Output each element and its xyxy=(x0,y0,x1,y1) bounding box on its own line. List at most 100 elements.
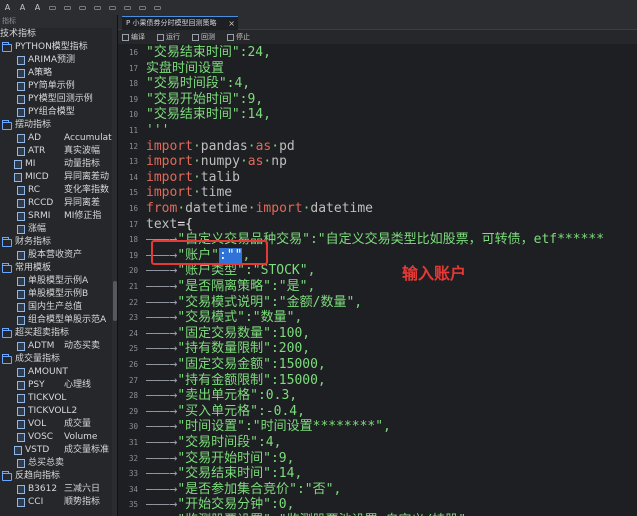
copy-icon[interactable]: ▭ xyxy=(47,2,58,13)
code-line[interactable]: ———→"交易时间段":4, xyxy=(146,435,281,451)
code-line[interactable]: import·pandas·as·pd xyxy=(146,139,295,155)
code-line[interactable]: text={ xyxy=(146,217,193,233)
stop-label: 停止 xyxy=(236,33,250,41)
tree-item-label: VSTD xyxy=(25,445,50,455)
code-line[interactable]: ———→"是否参加集合竞价":"否", xyxy=(146,482,341,498)
tree-folder[interactable]: PYTHON模型指标 xyxy=(0,41,117,54)
tree-item-label: PY简单示例 xyxy=(28,81,75,91)
tree-item-label: B3612 xyxy=(28,484,58,494)
tree-folder[interactable]: 超买超卖指标 xyxy=(0,327,117,340)
tab-arrow-icon: ———→ xyxy=(146,481,178,497)
tree-item-label: MICD xyxy=(25,172,49,182)
tree-item[interactable]: PY组合模型 xyxy=(0,106,117,119)
code-line[interactable]: ———→"持有金额限制":15000, xyxy=(146,373,326,389)
tree-item[interactable]: 组合模型单股示范A xyxy=(0,314,117,327)
code-line[interactable]: ———→"卖出单元格":0.3, xyxy=(146,388,297,404)
code-line[interactable]: "交易结束时间":14, xyxy=(146,107,271,123)
code-line[interactable]: ———→"时间设置":"时间设置********", xyxy=(146,419,391,435)
code-line[interactable]: ———→"固定交易金额":15000, xyxy=(146,357,326,373)
code-line[interactable]: "交易开始时间":9, xyxy=(146,92,263,108)
editor-tab[interactable]: P 小果债券分时模型回测策略 × xyxy=(122,16,238,30)
tree-item[interactable]: VOSC Volume xyxy=(0,431,117,444)
code-line[interactable]: ———→"开始交易分钟":0, xyxy=(146,497,294,513)
tree-folder[interactable]: 成交量指标 xyxy=(0,353,117,366)
compile-button[interactable]: 编译 xyxy=(122,32,145,42)
tab-arrow-icon: ———→ xyxy=(146,263,178,279)
code-line[interactable]: ———→"买入单元格":-0.4, xyxy=(146,404,305,420)
tree-folder[interactable]: 常用模板 xyxy=(0,262,117,275)
tree-item[interactable]: ATR 真实波幅 xyxy=(0,145,117,158)
code-line[interactable]: ———→"交易开始时间":9, xyxy=(146,451,294,467)
tree-item[interactable]: MI 动量指标 xyxy=(0,158,117,171)
font-increase-icon[interactable]: A xyxy=(2,2,13,13)
tree-item[interactable]: B3612 三减六日 xyxy=(0,483,117,496)
close-icon[interactable]: × xyxy=(228,17,235,30)
indicator-icon xyxy=(17,95,25,104)
tree-item[interactable]: PY模型回测示例 xyxy=(0,93,117,106)
tree-root[interactable]: 技术指标 xyxy=(0,28,117,41)
tree-item[interactable]: AMOUNT xyxy=(0,366,117,379)
code-line[interactable]: ———→"交易模式":"数量", xyxy=(146,310,302,326)
code-line[interactable]: "交易时间段":4, xyxy=(146,76,250,92)
tree-folder[interactable]: 摆动指标 xyxy=(0,119,117,132)
tree-item[interactable]: 股本营收资产 xyxy=(0,249,117,262)
tree-item[interactable]: 总买总卖 xyxy=(0,457,117,470)
code-line[interactable]: "交易结束时间":24, xyxy=(146,45,271,61)
code-line[interactable]: import·time xyxy=(146,185,232,201)
tree-item[interactable]: MICD 异同离差动 xyxy=(0,171,117,184)
tree-item[interactable]: TICKVOLL2 xyxy=(0,405,117,418)
tree-item[interactable]: 国内生产总值 xyxy=(0,301,117,314)
tree-item[interactable]: ARIMA预测 xyxy=(0,54,117,67)
line-number: 16 xyxy=(128,48,138,57)
tree-item[interactable]: AD Accumulat xyxy=(0,132,117,145)
code-line[interactable]: ———→"交易模式说明":"金额/数量", xyxy=(146,295,362,311)
undo-icon[interactable]: ▭ xyxy=(107,2,118,13)
code-line[interactable]: ———→"账户类型":"STOCK", xyxy=(146,263,315,279)
tree-item[interactable]: SRMI MI修正指 xyxy=(0,210,117,223)
tab-arrow-icon: ———→ xyxy=(146,419,178,435)
backtest-button[interactable]: 回测 xyxy=(192,32,215,42)
tree-item[interactable]: CCI 顺势指标 xyxy=(0,496,117,509)
code-line[interactable]: from·datetime·import·datetime xyxy=(146,201,373,217)
sidebar-scroll-thumb[interactable] xyxy=(113,281,117,321)
editor-toolbar: 编译 运行 回测 停止 xyxy=(118,30,637,44)
tree-item[interactable]: TICKVOL xyxy=(0,392,117,405)
bold-icon[interactable]: A xyxy=(32,2,43,13)
tree-folder[interactable]: 反趋向指标 xyxy=(0,470,117,483)
code-line[interactable]: ———→"交易结束时间":14, xyxy=(146,466,302,482)
tree-item-desc: 成交量标准 xyxy=(64,445,110,455)
tree-item[interactable]: 单股模型示例A xyxy=(0,275,117,288)
code-line[interactable]: import·talib xyxy=(146,170,240,186)
cut-icon[interactable]: ▭ xyxy=(92,2,103,13)
tree-item[interactable]: VSTD 成交量标准 xyxy=(0,444,117,457)
code-line[interactable]: import·numpy·as·np xyxy=(146,154,287,170)
font-decrease-icon[interactable]: A xyxy=(17,2,28,13)
tree-folder[interactable]: 财务指标 xyxy=(0,236,117,249)
tree-item[interactable]: A策略 xyxy=(0,67,117,80)
code-line[interactable]: ———→"是否隔离策略":"是", xyxy=(146,279,315,295)
tree-item[interactable]: ADTM 动态买卖 xyxy=(0,340,117,353)
run-icon[interactable]: ▭ xyxy=(137,2,148,13)
folder-icon xyxy=(2,353,12,364)
stop-icon[interactable]: ▭ xyxy=(152,2,163,13)
tree-item[interactable]: 单股模型示例B xyxy=(0,288,117,301)
code-line[interactable]: ———→"持有数量限制":200, xyxy=(146,341,310,357)
redo-icon[interactable]: ▭ xyxy=(122,2,133,13)
line-number: 15 xyxy=(128,188,138,198)
tree-item[interactable]: PY简单示例 xyxy=(0,80,117,93)
tree-item[interactable]: RCCD 异同离差 xyxy=(0,197,117,210)
code-line[interactable]: 实盘时间设置 xyxy=(146,61,224,77)
run-button[interactable]: 运行 xyxy=(157,32,180,42)
stop-button[interactable]: 停止 xyxy=(227,32,250,42)
tree-item[interactable]: PSY 心理线 xyxy=(0,379,117,392)
tree-item[interactable]: VOL 成交量 xyxy=(0,418,117,431)
tree-item[interactable]: 涨幅 xyxy=(0,223,117,236)
paste-icon[interactable]: ▭ xyxy=(62,2,73,13)
code-line[interactable]: ''' xyxy=(146,123,169,139)
tree-item-label: 单股模型示例B xyxy=(28,289,89,299)
code-editor[interactable]: "交易结束时间":24, 实盘时间设置 "交易时间段":4, "交易开始时间":9, "… xyxy=(146,44,637,516)
code-line[interactable]: ———→"固定交易数量":100, xyxy=(146,326,310,342)
tree-item-desc: 动态买卖 xyxy=(64,341,101,351)
tree-item[interactable]: RC 变化率指数 xyxy=(0,184,117,197)
save-icon[interactable]: ▭ xyxy=(77,2,88,13)
